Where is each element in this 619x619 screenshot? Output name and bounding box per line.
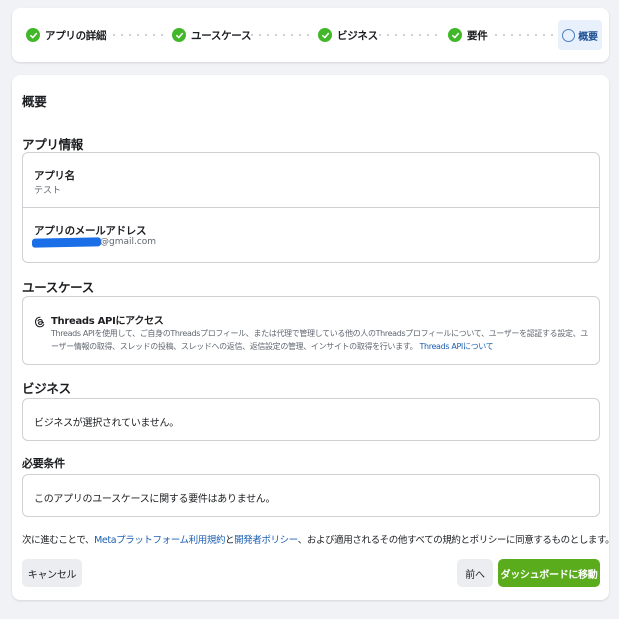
requirements-box: このアプリのユースケースに関する要件はありません。: [22, 474, 600, 517]
check-icon: [172, 28, 186, 42]
app-info-box: アプリ名 テスト アプリのメールアドレス @gmail.com: [22, 152, 600, 263]
step-business[interactable]: ビジネス: [318, 8, 378, 62]
app-info-heading: アプリ情報: [22, 137, 84, 152]
setup-stepper: アプリの詳細 ユースケース ビジネス 要件 概要: [12, 8, 609, 62]
check-icon: [318, 28, 332, 42]
step-connector: [248, 34, 314, 36]
requirements-text: このアプリのユースケースに関する要件はありません。: [34, 494, 276, 505]
step-requirements[interactable]: 要件: [448, 8, 488, 62]
step-connector: [376, 34, 442, 36]
consent-prefix: 次に進むことで、: [22, 535, 95, 546]
previous-button[interactable]: 前へ: [457, 559, 493, 587]
use-case-title: Threads APIにアクセス: [51, 316, 164, 327]
email-value: @gmail.com: [23, 208, 223, 258]
page-title: 概要: [22, 94, 47, 109]
email-domain: @gmail.com: [100, 237, 157, 247]
current-step-icon: [562, 28, 576, 42]
use-case-heading: ユースケース: [22, 280, 94, 295]
requirements-heading: 必要条件: [22, 457, 65, 470]
consent-mid: と: [225, 535, 235, 546]
business-text: ビジネスが選択されていません。: [34, 418, 179, 429]
step-connector: [492, 34, 554, 36]
threads-api-link[interactable]: Threads APIについて: [419, 342, 493, 351]
use-case-description-text: Threads APIを使用して、ご自身のThreadsプロフィール、または代理…: [51, 329, 588, 351]
summary-card: 概要 アプリ情報 アプリ名 テスト アプリのメールアドレス @gmail.com…: [12, 75, 615, 600]
step-app-details[interactable]: アプリの詳細: [26, 8, 107, 62]
cancel-button[interactable]: キャンセル: [22, 559, 82, 587]
redaction-mark: [31, 237, 102, 248]
consent-suffix: 、および適用されるその他すべての規約とポリシーに同意するものとします。: [297, 535, 615, 546]
app-name-label: アプリ名: [34, 170, 75, 182]
check-icon: [448, 28, 462, 42]
meta-platform-terms-link[interactable]: Metaプラットフォーム利用規約: [94, 535, 225, 546]
go-to-dashboard-button[interactable]: ダッシュボードに移動: [498, 559, 600, 587]
developer-policy-link[interactable]: 開発者ポリシー: [234, 535, 298, 546]
consent-text: 次に進むことで、Metaプラットフォーム利用規約と開発者ポリシー、および適用され…: [22, 532, 615, 546]
step-label: アプリの詳細: [45, 29, 107, 42]
business-heading: ビジネス: [22, 381, 71, 396]
threads-icon: [34, 316, 45, 328]
step-connector: [102, 34, 164, 36]
business-box: ビジネスが選択されていません。: [22, 398, 600, 441]
check-icon: [26, 28, 40, 42]
step-summary[interactable]: 概要: [558, 20, 602, 50]
step-use-case[interactable]: ユースケース: [172, 8, 251, 62]
app-name-value: テスト: [34, 186, 62, 196]
step-label: ユースケース: [191, 29, 252, 42]
use-case-description: Threads APIを使用して、ご自身のThreadsプロフィール、または代理…: [51, 327, 595, 353]
step-label: ビジネス: [337, 29, 378, 42]
step-label: 要件: [467, 29, 488, 42]
step-label: 概要: [578, 31, 598, 43]
use-case-box: Threads APIにアクセス Threads APIを使用して、ご自身のTh…: [22, 296, 600, 365]
